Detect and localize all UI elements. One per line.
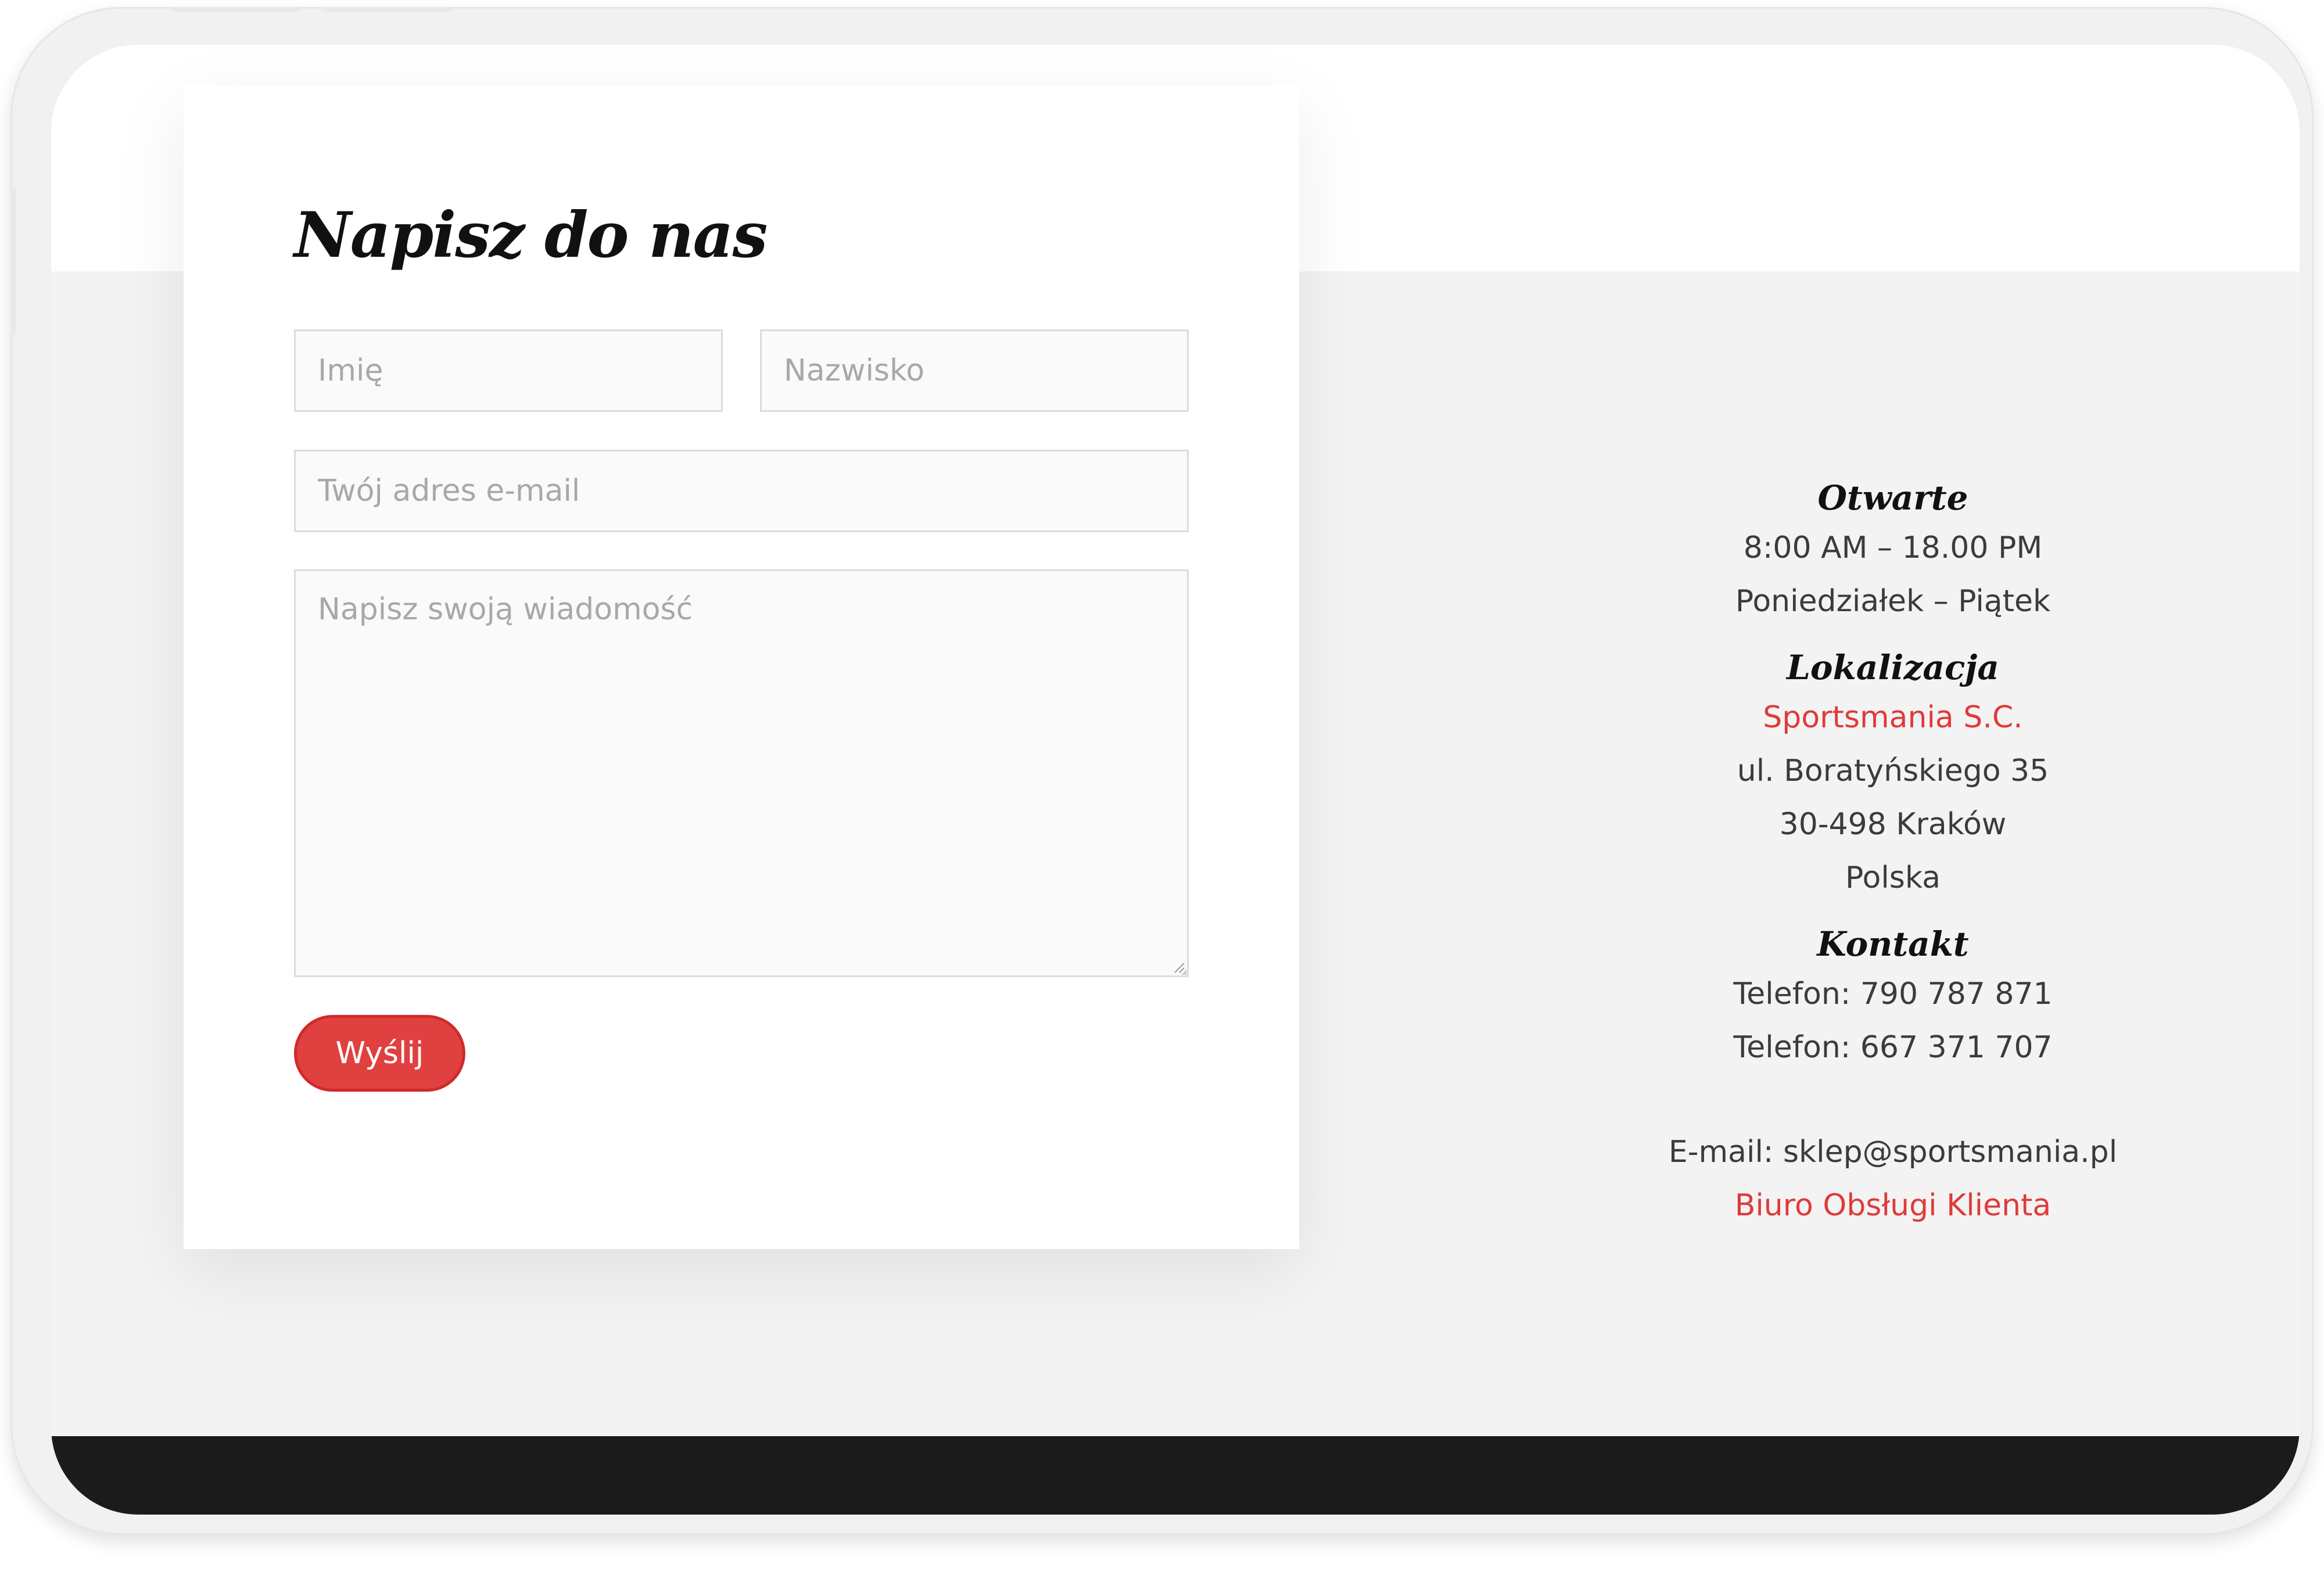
email-input[interactable] (294, 450, 1189, 532)
location-heading: Lokalizacja (1787, 648, 1999, 687)
contact-email: E-mail: sklep@sportsmania.pl (1668, 1135, 2118, 1169)
device-top-button (321, 7, 452, 12)
contact-heading: Kontakt (1817, 924, 1969, 964)
tablet-frame: Napisz do nas Wyślij Otwarte 8:00 AM – 1… (10, 7, 2314, 1535)
last-name-input[interactable] (760, 329, 1189, 412)
screen: Napisz do nas Wyślij Otwarte 8:00 AM – 1… (51, 45, 2300, 1515)
country: Polska (1845, 860, 1941, 895)
company-name-link[interactable]: Sportsmania S.C. (1515, 691, 2271, 744)
resize-grip-icon[interactable] (1171, 960, 1185, 974)
first-name-input[interactable] (294, 329, 723, 412)
hours-time: 8:00 AM – 18.00 PM (1743, 530, 2043, 565)
hours-heading: Otwarte (1817, 478, 1968, 518)
phone-2: Telefon: 667 371 707 (1733, 1030, 2053, 1065)
contact-info: Otwarte 8:00 AM – 18.00 PM Poniedziałek … (1515, 475, 2271, 1232)
footer-bar (51, 1436, 2300, 1515)
customer-service-link[interactable]: Biuro Obsługi Klienta (1515, 1179, 2271, 1232)
message-textarea[interactable] (294, 569, 1189, 977)
device-side-button (10, 187, 16, 335)
form-title: Napisz do nas (294, 199, 768, 272)
street-address: ul. Boratyńskiego 35 (1737, 754, 2049, 788)
phone-1: Telefon: 790 787 871 (1733, 977, 2053, 1011)
city-address: 30-498 Kraków (1779, 807, 2007, 842)
device-top-button (170, 7, 301, 12)
contact-form-card: Napisz do nas Wyślij (184, 85, 1299, 1249)
send-button[interactable]: Wyślij (294, 1015, 465, 1092)
hours-days: Poniedziałek – Piątek (1735, 584, 2051, 619)
